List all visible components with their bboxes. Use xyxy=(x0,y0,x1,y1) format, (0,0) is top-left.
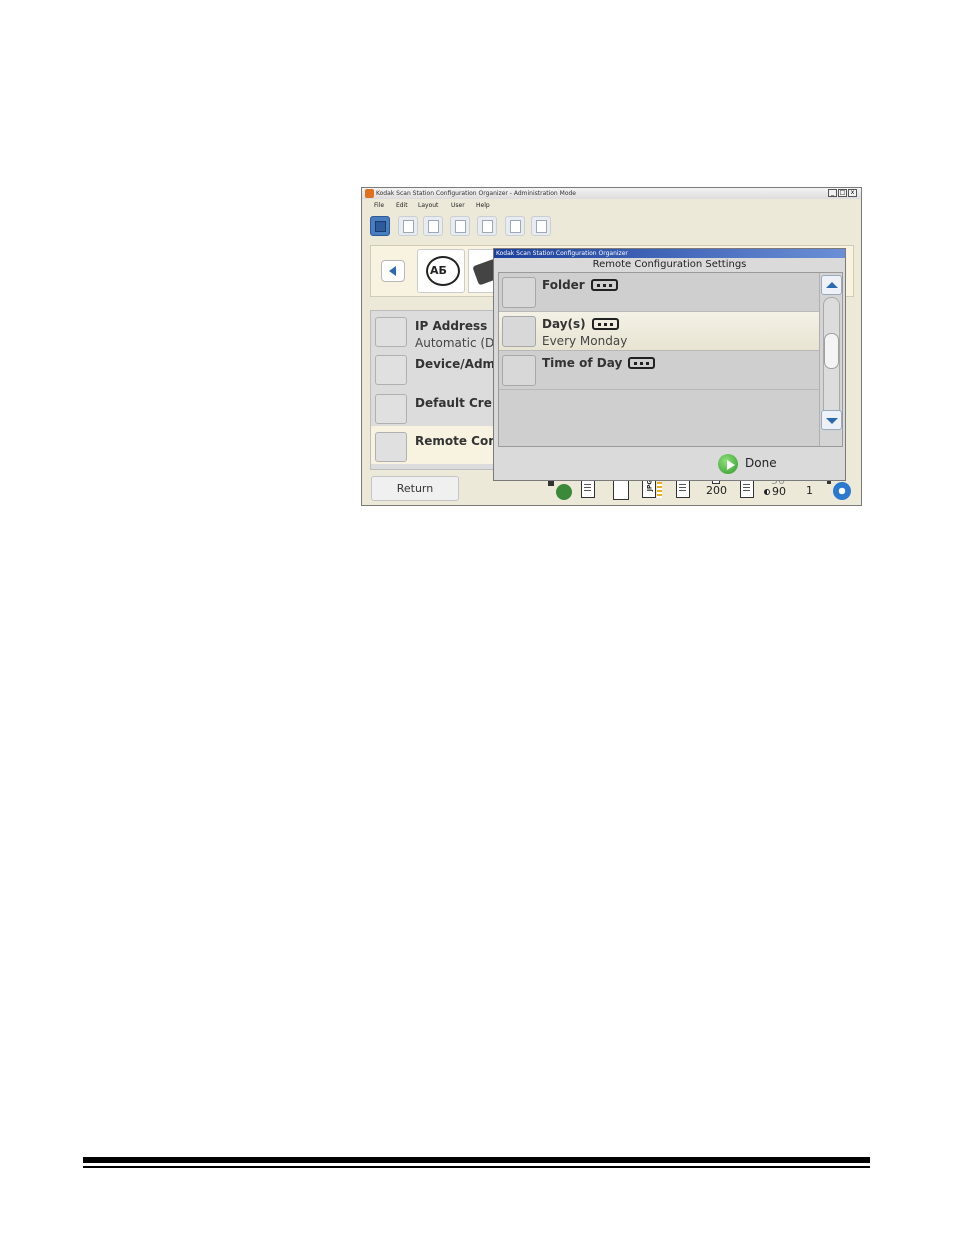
dialog-title: Kodak Scan Station Configuration Organiz… xyxy=(496,250,628,257)
settings-list: IP Address Automatic (D Device/Adm Defau… xyxy=(370,310,500,470)
print-icon[interactable] xyxy=(450,216,470,236)
setting-icon xyxy=(375,355,407,385)
find-icon[interactable] xyxy=(423,216,443,236)
brightness-contrast-indicator: 50 90 xyxy=(763,474,795,500)
done-label: Done xyxy=(745,456,777,470)
document-settings-icon xyxy=(581,480,605,500)
option-label: Folder xyxy=(542,278,585,292)
language-icon[interactable]: АБ xyxy=(417,249,465,293)
remote-config-dialog: Kodak Scan Station Configuration Organiz… xyxy=(493,248,846,481)
return-button[interactable]: Return xyxy=(371,476,459,501)
language-icon-text: АБ xyxy=(430,264,447,277)
menu-file[interactable]: File xyxy=(374,200,384,211)
new-config-icon[interactable] xyxy=(398,216,418,236)
option-value: Every Monday xyxy=(542,334,628,348)
menu-user[interactable]: User xyxy=(451,200,465,211)
setting-icon xyxy=(375,317,407,347)
setting-device-admin[interactable]: Device/Adm xyxy=(371,349,499,387)
setting-remote-config[interactable]: Remote Con xyxy=(371,426,499,464)
footer-rule-thin xyxy=(83,1166,870,1168)
scroll-thumb[interactable] xyxy=(824,333,839,369)
setting-label: Remote Con xyxy=(415,434,497,448)
setting-default-credentials[interactable]: Default Cre xyxy=(371,388,499,426)
option-folder[interactable]: Folder xyxy=(499,273,819,312)
option-time-of-day[interactable]: Time of Day xyxy=(499,351,819,390)
resolution-indicator: 200 xyxy=(704,476,732,500)
scroll-up-button[interactable] xyxy=(821,275,842,295)
setting-icon xyxy=(375,394,407,424)
menu-edit[interactable]: Edit xyxy=(396,200,408,211)
export-icon[interactable] xyxy=(505,216,525,236)
kodak-logo-icon xyxy=(365,189,374,198)
toolbar xyxy=(362,213,861,239)
play-icon xyxy=(718,454,738,474)
dialog-settings-list: Folder Day(s) Every Monday Time of Day xyxy=(498,272,843,447)
done-button[interactable]: Done xyxy=(716,453,788,477)
more-options-icon[interactable] xyxy=(590,278,618,291)
dialog-title-bar: Kodak Scan Station Configuration Organiz… xyxy=(494,249,845,258)
maximize-button[interactable]: □ xyxy=(838,189,847,197)
import-icon[interactable] xyxy=(531,216,551,236)
setting-label: IP Address xyxy=(415,319,488,333)
title-bar: Kodak Scan Station Configuration Organiz… xyxy=(362,188,861,199)
close-button[interactable]: x xyxy=(848,189,857,197)
setting-label: Device/Adm xyxy=(415,357,496,371)
option-icon xyxy=(502,277,536,308)
arrow-up-icon xyxy=(826,282,838,288)
dialog-heading: Remote Configuration Settings xyxy=(592,259,747,270)
more-options-icon[interactable] xyxy=(591,317,619,330)
setting-ip-address[interactable]: IP Address Automatic (D xyxy=(371,311,499,350)
document-type-icon xyxy=(740,480,756,500)
setting-icon xyxy=(375,432,407,462)
option-label: Day(s) xyxy=(542,317,586,331)
pages-icon xyxy=(676,480,692,500)
arrow-left-icon xyxy=(389,266,396,276)
scroll-down-button[interactable] xyxy=(821,410,842,430)
gear-icon xyxy=(827,480,855,500)
network-icon xyxy=(548,480,574,500)
option-icon xyxy=(502,355,536,386)
more-options-icon[interactable] xyxy=(628,356,656,369)
scrollbar[interactable] xyxy=(819,273,842,446)
footer-rule xyxy=(83,1157,870,1163)
book-icon xyxy=(613,480,631,500)
copies-indicator: 1 xyxy=(801,476,821,500)
option-label: Time of Day xyxy=(542,356,623,370)
copy-icon[interactable] xyxy=(477,216,497,236)
menu-help[interactable]: Help xyxy=(476,200,490,211)
save-icon[interactable] xyxy=(370,216,390,236)
menu-layout[interactable]: Layout xyxy=(418,200,438,211)
jpg-format-icon: JPG xyxy=(642,480,666,500)
back-button[interactable] xyxy=(381,260,405,282)
option-days[interactable]: Day(s) Every Monday xyxy=(499,312,819,351)
minimize-button[interactable]: _ xyxy=(828,189,837,197)
window-title: Kodak Scan Station Configuration Organiz… xyxy=(376,190,576,197)
setting-value: Automatic (D xyxy=(415,336,495,350)
setting-label: Default Cre xyxy=(415,396,492,410)
option-icon xyxy=(502,316,536,347)
arrow-down-icon xyxy=(826,418,838,424)
menu-bar: File Edit Layout User Help xyxy=(362,200,861,211)
